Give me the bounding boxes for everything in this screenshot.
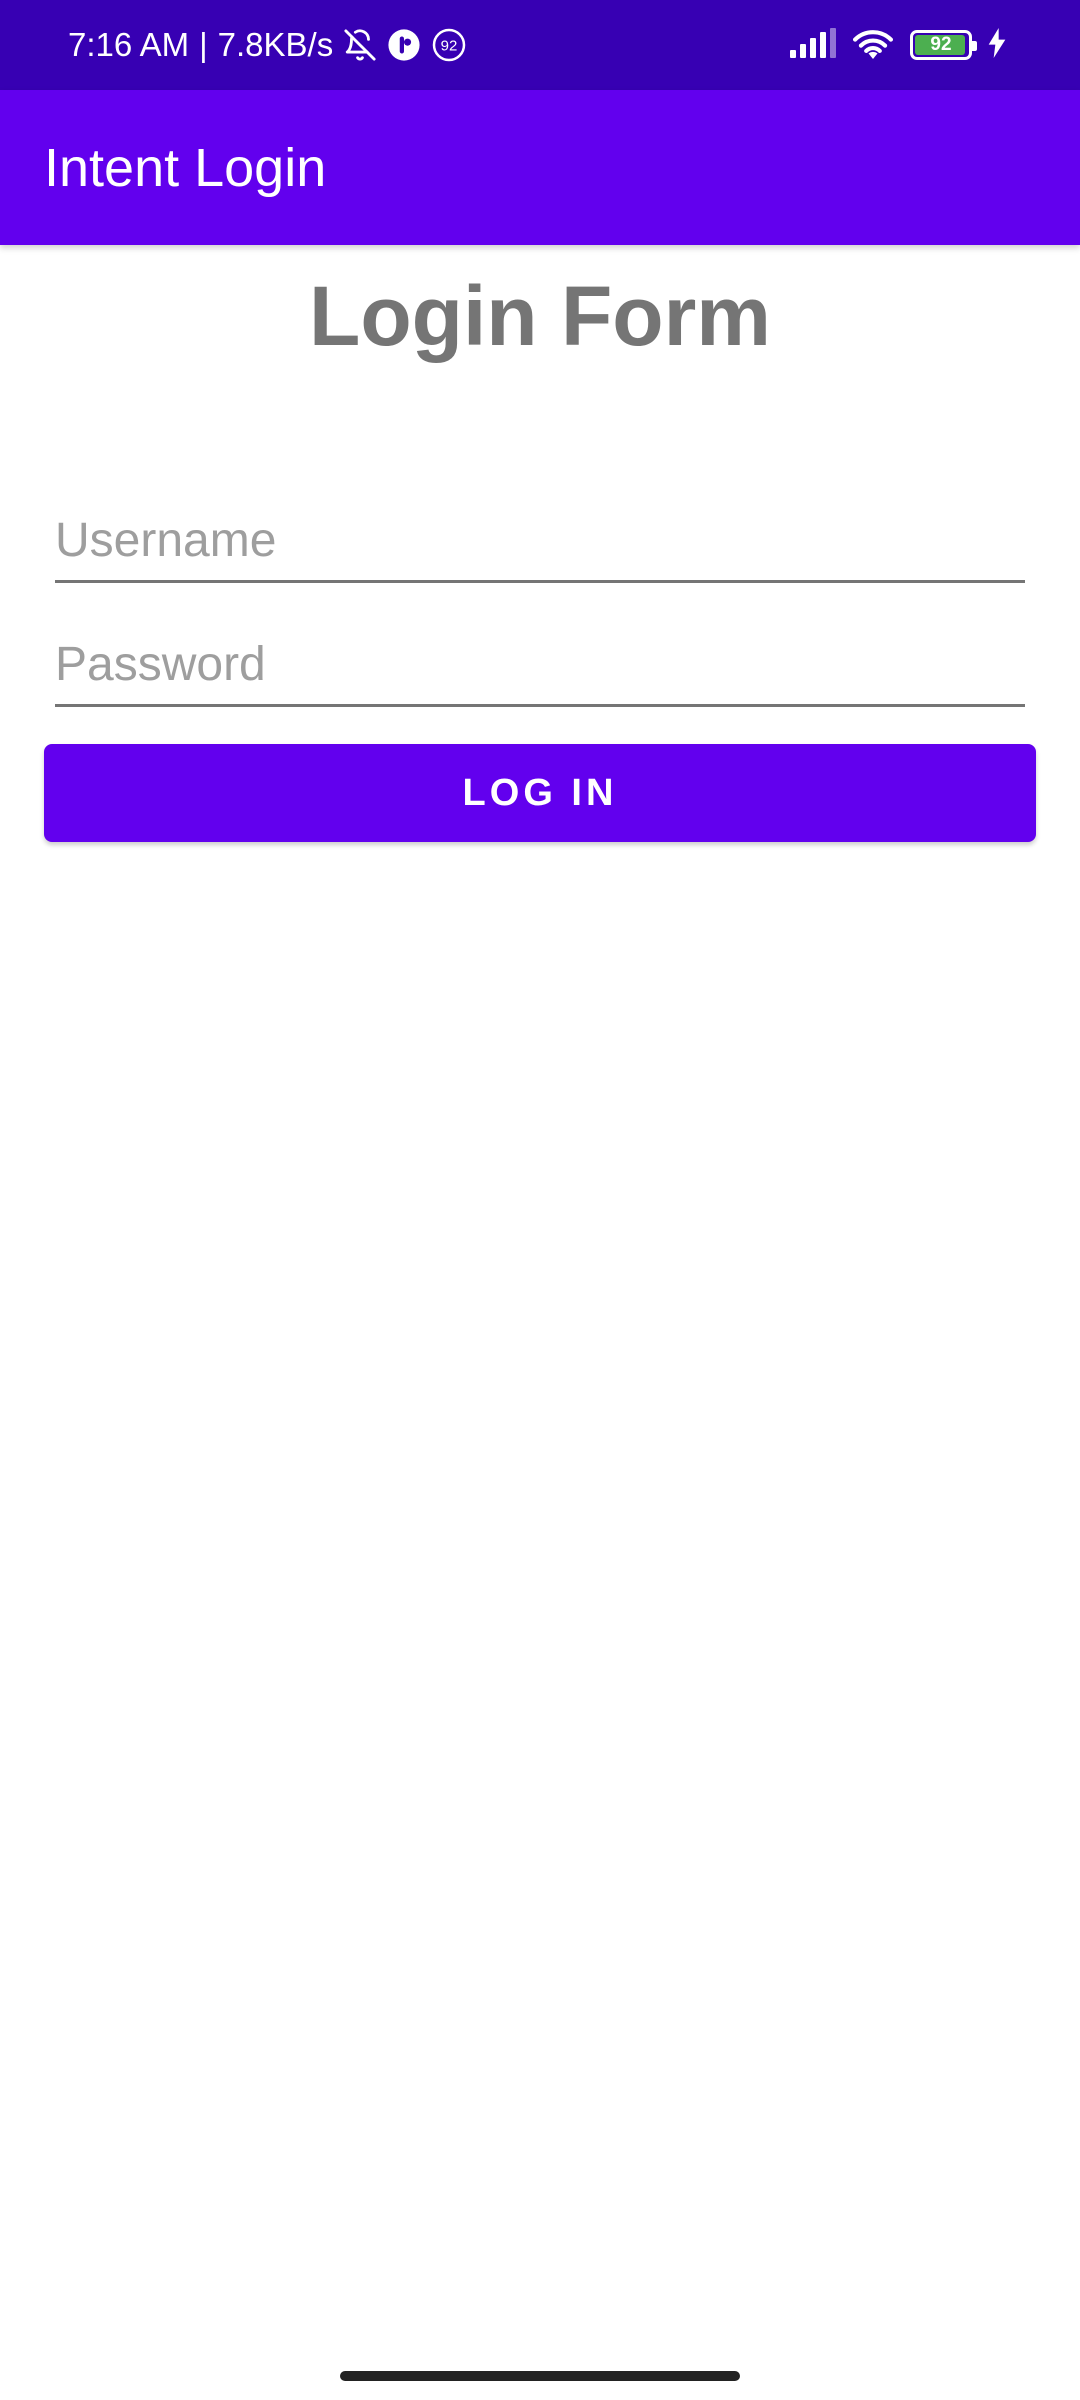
status-time: 7:16 AM <box>68 26 190 63</box>
network-speed: 7.8KB/s <box>217 26 334 63</box>
status-left: 7:16 AM | 7.8KB/s 92 <box>68 0 467 90</box>
app-notification-icon <box>387 28 421 62</box>
battery-level: 92 <box>930 34 952 55</box>
app-title: Intent Login <box>44 137 327 198</box>
form-title: Login Form <box>309 269 771 363</box>
wifi-icon <box>850 26 896 65</box>
bell-off-icon <box>343 28 377 62</box>
navigation-handle[interactable] <box>340 2371 740 2381</box>
username-input[interactable] <box>55 500 1025 580</box>
badge-92-text: 92 <box>441 38 458 55</box>
charging-icon <box>986 27 1008 63</box>
status-right: 92 <box>790 0 1008 90</box>
status-separator: | <box>199 26 208 63</box>
password-input[interactable] <box>55 624 1025 704</box>
status-bar: 7:16 AM | 7.8KB/s 92 92 <box>0 0 1080 90</box>
badge-92-icon: 92 <box>431 27 467 63</box>
battery-cap <box>972 41 977 51</box>
username-field-wrap <box>55 500 1025 583</box>
battery-icon: 92 <box>910 30 977 60</box>
login-button[interactable]: LOG IN <box>44 744 1036 842</box>
password-field-wrap <box>55 624 1025 707</box>
signal-icon <box>790 27 836 63</box>
app-bar: Intent Login <box>0 90 1080 245</box>
